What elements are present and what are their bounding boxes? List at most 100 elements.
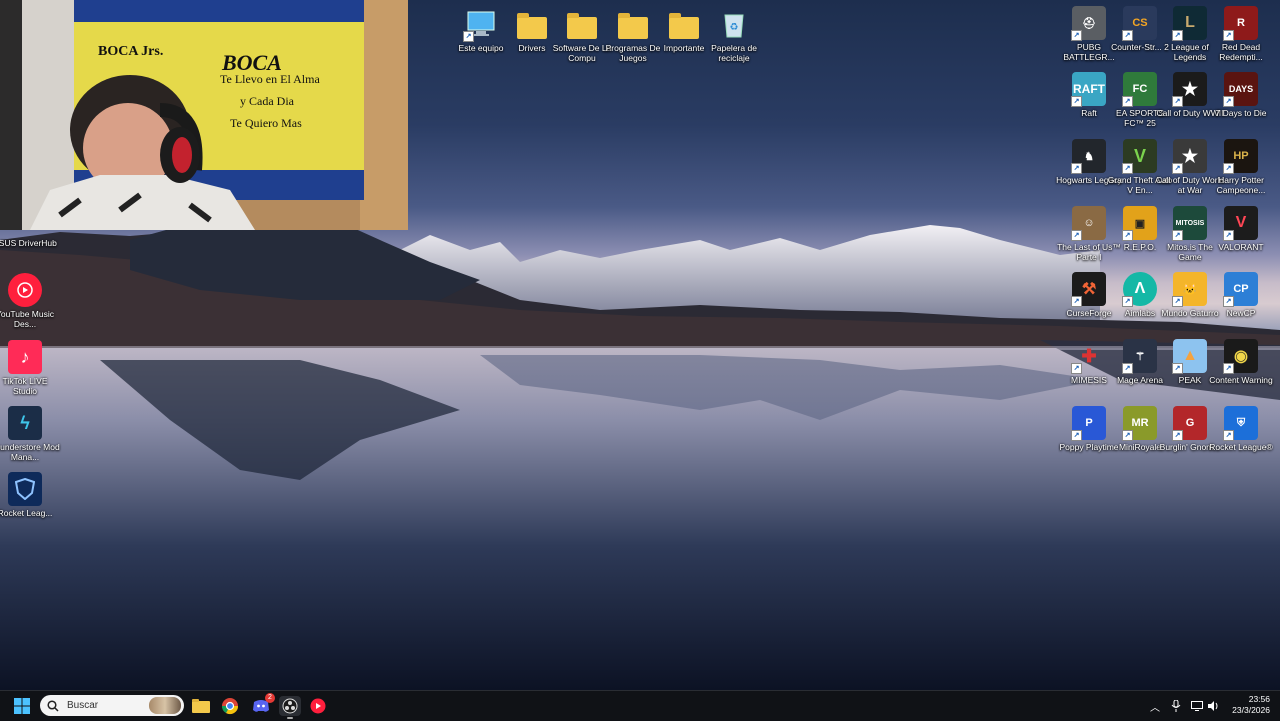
desktop-icon-label: Red Dead Redempti... (1219, 42, 1263, 62)
desktop-icon-7days[interactable]: DAYS ↗ 7 Days to Die (1206, 72, 1276, 118)
discord-notification-badge: 2 (265, 693, 275, 703)
clock-time: 23:56 (1248, 694, 1270, 704)
content-warning-icon: ◉ ↗ (1223, 339, 1258, 374)
desktop-icon-label: NewCP (1226, 308, 1256, 318)
taskbar-discord[interactable]: 2 (250, 693, 275, 716)
burglin-icon: G ↗ (1172, 406, 1207, 441)
desktop-icon-thunderstore[interactable]: ϟ Thunderstore Mod Mana... (0, 406, 60, 462)
repo-icon: ▣ ↗ (1122, 206, 1157, 241)
counter-strike-icon: CS ↗ (1122, 6, 1157, 41)
desktop-icon-label: Harry Potter Campeone... (1216, 175, 1266, 195)
cod-waw-icon: ★ ↗ (1172, 139, 1207, 174)
desktop-icon-rocket-league[interactable]: ⛨ ↗ Rocket League® (1206, 406, 1276, 452)
obs-icon (282, 698, 298, 714)
desktop-icon-label: ASUS DriverHub (0, 238, 57, 248)
rocket-league-shield-icon (8, 472, 42, 506)
desktop-icon-label: VALORANT (1218, 242, 1264, 252)
peak-icon: ▲ ↗ (1172, 339, 1207, 374)
raft-icon: RAFT ↗ (1071, 72, 1106, 107)
desktop-icon-asus-driverhub[interactable]: ASUS DriverHub (0, 228, 60, 248)
taskbar-chrome[interactable] (220, 696, 240, 716)
tiktok-icon: ♪ (8, 340, 42, 374)
webcam-overlay: BOCA Jrs. BOCA Te Llevo en El Alma y Cad… (0, 0, 408, 230)
search-highlight-image (149, 697, 181, 714)
network-icon (1191, 701, 1203, 711)
rocket-league-icon: ⛨ ↗ (1223, 406, 1258, 441)
harry-potter-icon: HP ↗ (1223, 139, 1258, 174)
shortcut-arrow-icon: ↗ (463, 31, 474, 42)
folder-icon (565, 7, 599, 41)
tray-volume[interactable] (1207, 696, 1221, 716)
banner-text-5: Te Quiero Mas (230, 116, 302, 130)
curseforge-icon: ⚒ ↗ (1071, 272, 1106, 307)
league-of-legends-icon: L ↗ (1172, 6, 1207, 41)
gaturro-icon: 🐱 ↗ (1172, 272, 1207, 307)
desktop-icon-newcp[interactable]: CP ↗ NewCP (1206, 272, 1276, 318)
search-placeholder: Buscar (67, 700, 99, 711)
desktop-icon-rdr[interactable]: R ↗ Red Dead Redempti... (1206, 6, 1276, 62)
desktop-icon-rocket-league-left[interactable]: Rocket Leag... (0, 472, 60, 518)
chevron-up-icon: ︿ (1150, 702, 1160, 714)
gta-v-icon: V ↗ (1122, 139, 1157, 174)
poppy-icon: P ↗ (1071, 406, 1106, 441)
last-of-us-icon: ☺ ↗ (1071, 206, 1106, 241)
pubg-icon: ⛑ ↗ (1071, 6, 1106, 41)
hogwarts-icon: ♞ ↗ (1071, 139, 1106, 174)
tray-microphone[interactable] (1169, 696, 1183, 716)
start-button[interactable] (12, 696, 32, 716)
mitosis-icon: MITOSIS ↗ (1172, 206, 1207, 241)
red-dead-icon: R ↗ (1223, 6, 1258, 41)
ea-fc-icon: FC ↗ (1122, 72, 1157, 107)
seven-days-icon: DAYS ↗ (1223, 72, 1258, 107)
aimlabs-icon: Λ ↗ (1122, 272, 1157, 307)
desktop-icon-content-warning[interactable]: ◉ ↗ Content Warning (1206, 339, 1276, 385)
desktop-icon-valorant[interactable]: V ↗ VALORANT (1206, 206, 1276, 252)
search-icon (47, 699, 59, 712)
desktop-icon-label: Thunderstore Mod Mana... (0, 442, 60, 462)
desktop-icon-harry-potter[interactable]: HP ↗ Harry Potter Campeone... (1206, 139, 1276, 195)
desktop-icon-label: Content Warning (1209, 375, 1273, 385)
tray-network[interactable] (1190, 696, 1204, 716)
tray-overflow-button[interactable]: ︿ (1148, 696, 1162, 716)
mage-arena-icon: ⚚ ↗ (1122, 339, 1157, 374)
folder-icon (667, 7, 701, 41)
mimesis-icon: ✚ ↗ (1071, 339, 1106, 374)
banner-text-1: BOCA Jrs. (98, 44, 164, 59)
taskbar-search-box[interactable]: Buscar (40, 695, 184, 716)
taskbar-file-explorer[interactable] (191, 696, 211, 716)
windows-icon (14, 698, 30, 714)
volume-icon (1208, 701, 1218, 711)
recycle-bin-icon: ♻ (717, 7, 751, 41)
svg-text:♻: ♻ (730, 22, 739, 33)
desktop-icon-label: TikTok LIVE Studio (2, 376, 48, 396)
desktop-icon-label: 7 Days to Die (1215, 108, 1267, 118)
active-indicator (287, 717, 293, 719)
desktop-icon-label: YouTube Music Des... (0, 309, 54, 329)
banner-text-3: Te Llevo en El Alma (220, 72, 320, 86)
desktop-icon-label: Rocket League® (1209, 442, 1273, 452)
chrome-icon (221, 698, 239, 715)
thunderstore-icon: ϟ (8, 406, 42, 440)
desktop-icon-label: Rocket Leag... (0, 508, 53, 518)
taskbar-obs[interactable] (279, 696, 301, 719)
valorant-icon: V ↗ (1223, 206, 1258, 241)
newcp-icon: CP ↗ (1223, 272, 1258, 307)
cod-wwii-icon: ★ ↗ (1172, 72, 1207, 107)
youtube-music-icon (8, 273, 42, 307)
clock-date: 23/3/2026 (1232, 705, 1270, 715)
desktop-icon-papelera[interactable]: ♻ Papelera de reciclaje (699, 7, 769, 63)
folder-icon (515, 7, 549, 41)
file-explorer-icon (192, 699, 210, 713)
computer-icon: ↗ (463, 7, 498, 42)
folder-icon (616, 7, 650, 41)
youtube-music-icon (310, 698, 326, 714)
microphone-icon (1171, 700, 1181, 712)
taskbar-youtube-music[interactable] (308, 696, 328, 716)
desktop-icon-tiktok[interactable]: ♪ TikTok LIVE Studio (0, 340, 60, 396)
miniroyale-icon: MR ↗ (1122, 406, 1157, 441)
taskbar: Buscar 2 ︿ 23:56 23/3/2026 (0, 690, 1280, 721)
tray-clock[interactable]: 23:56 23/3/2026 (1226, 694, 1270, 716)
desktop-icon-label: Papelera de reciclaje (711, 43, 757, 63)
asus-icon (8, 228, 42, 236)
desktop-icon-youtube-music[interactable]: YouTube Music Des... (0, 273, 60, 329)
